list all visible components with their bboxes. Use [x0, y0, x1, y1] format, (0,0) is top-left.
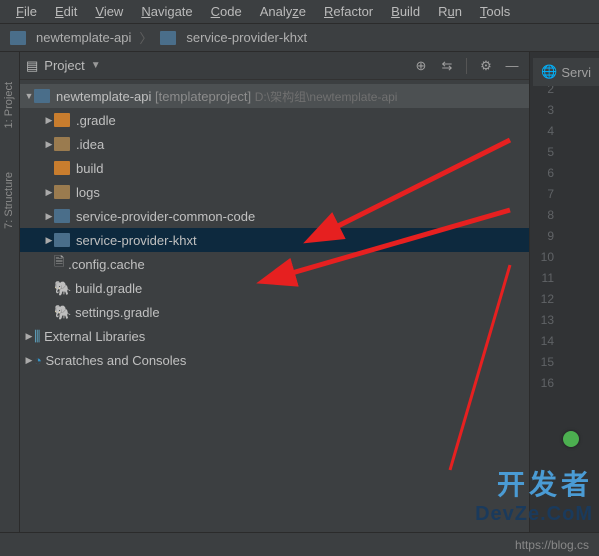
- tree-root[interactable]: ▼ newtemplate-api [templateproject] D:\架…: [20, 84, 529, 108]
- tree-item-build[interactable]: build: [20, 156, 529, 180]
- tree-root-path: D:\架构组\newtemplate-api: [255, 88, 398, 105]
- locate-icon[interactable]: ⊕: [410, 55, 432, 77]
- menu-view[interactable]: View: [87, 2, 131, 21]
- tree-root-branch: [templateproject]: [155, 89, 251, 104]
- breadcrumb-bar: newtemplate-api 〉 service-provider-khxt: [0, 24, 599, 52]
- tree-item-label: settings.gradle: [75, 305, 160, 320]
- expand-arrow-icon[interactable]: ▶: [44, 211, 54, 222]
- project-tool-window: ▤ Project ▼ ⊕ ⇆ ⚙ — ▼ newtemplate-api [t…: [20, 52, 530, 532]
- tool-tab-project[interactable]: 1: Project: [3, 82, 15, 128]
- module-icon: [54, 233, 70, 247]
- folder-icon: [54, 137, 70, 151]
- chevron-down-icon: ▼: [91, 60, 101, 71]
- tree-item--gradle[interactable]: ▶ .gradle: [20, 108, 529, 132]
- menu-tools[interactable]: Tools: [472, 2, 518, 21]
- breadcrumb-child[interactable]: service-provider-khxt: [156, 28, 311, 47]
- tool-window-title: Project: [44, 58, 84, 73]
- tool-tab-structure[interactable]: 7: Structure: [3, 172, 15, 229]
- project-view-icon: ▤: [26, 58, 38, 74]
- tree-item-service-provider-common-code[interactable]: ▶ service-provider-common-code: [20, 204, 529, 228]
- tree-item-label: logs: [76, 185, 100, 200]
- expand-arrow-icon[interactable]: ▶: [24, 355, 34, 366]
- expand-arrow-icon[interactable]: ▶: [44, 115, 54, 126]
- tree-item-label: build.gradle: [75, 281, 142, 296]
- globe-icon: 🌐: [541, 64, 557, 80]
- menu-file[interactable]: File: [8, 2, 45, 21]
- folder-icon: [54, 185, 70, 199]
- tool-window-view-selector[interactable]: ▤ Project ▼: [26, 58, 101, 74]
- project-tree[interactable]: ▼ newtemplate-api [templateproject] D:\架…: [20, 80, 529, 532]
- tree-external-libs[interactable]: ▶ ⫼ External Libraries: [20, 324, 529, 348]
- gear-icon[interactable]: ⚙: [475, 55, 497, 77]
- tree-item-label: build: [76, 161, 103, 176]
- tree-item-label: .gradle: [76, 113, 116, 128]
- external-libs-label: External Libraries: [44, 329, 145, 344]
- module-icon: [54, 209, 70, 223]
- tree-item-logs[interactable]: ▶ logs: [20, 180, 529, 204]
- menu-run[interactable]: Run: [430, 2, 470, 21]
- tree-item--idea[interactable]: ▶ .idea: [20, 132, 529, 156]
- library-icon: ⫼: [34, 328, 40, 345]
- menu-analyze[interactable]: Analyze: [252, 2, 314, 21]
- gradle-icon: 🐘: [54, 280, 71, 297]
- line-numbers: 12345678910111213141516: [530, 52, 560, 532]
- tree-item-build-gradle[interactable]: 🐘 build.gradle: [20, 276, 529, 300]
- tree-item-label: .config.cache: [68, 257, 145, 272]
- menu-code[interactable]: Code: [203, 2, 250, 21]
- divider: [466, 58, 467, 74]
- expand-arrow-icon[interactable]: ▼: [24, 91, 34, 101]
- collapse-all-icon[interactable]: ⇆: [436, 55, 458, 77]
- expand-arrow-icon[interactable]: ▶: [44, 139, 54, 150]
- status-indicator-icon: [563, 431, 579, 447]
- menu-edit[interactable]: Edit: [47, 2, 85, 21]
- status-bar: https://blog.cs: [0, 532, 599, 556]
- breadcrumb-root-label: newtemplate-api: [36, 30, 131, 45]
- breadcrumb-child-label: service-provider-khxt: [186, 30, 307, 45]
- folder-icon: [54, 113, 70, 127]
- module-icon: [160, 31, 176, 45]
- tree-item-service-provider-khxt[interactable]: ▶ service-provider-khxt: [20, 228, 529, 252]
- scratches-label: Scratches and Consoles: [45, 353, 186, 368]
- left-tool-strip: 1: Project 7: Structure: [0, 52, 20, 532]
- gradle-icon: 🐘: [54, 304, 71, 321]
- tool-window-header: ▤ Project ▼ ⊕ ⇆ ⚙ —: [20, 52, 529, 80]
- menu-refactor[interactable]: Refactor: [316, 2, 381, 21]
- editor-gutter: 12345678910111213141516: [530, 52, 599, 532]
- folder-icon: [54, 161, 70, 175]
- expand-arrow-icon[interactable]: ▶: [24, 331, 34, 342]
- status-text: https://blog.cs: [515, 538, 589, 552]
- module-icon: [10, 31, 26, 45]
- breadcrumb-root[interactable]: newtemplate-api: [6, 28, 135, 47]
- scratches-icon: ◔: [34, 353, 42, 368]
- expand-arrow-icon[interactable]: ▶: [44, 235, 54, 246]
- menu-build[interactable]: Build: [383, 2, 428, 21]
- tree-item-label: service-provider-common-code: [76, 209, 255, 224]
- services-tab[interactable]: 🌐 Servi: [533, 58, 599, 86]
- tree-item-settings-gradle[interactable]: 🐘 settings.gradle: [20, 300, 529, 324]
- breadcrumb-sep: 〉: [139, 28, 152, 47]
- menu-navigate[interactable]: Navigate: [133, 2, 200, 21]
- tree-root-name: newtemplate-api: [56, 89, 151, 104]
- services-tab-label: Servi: [561, 65, 591, 80]
- tree-item-label: .idea: [76, 137, 104, 152]
- expand-arrow-icon[interactable]: ▶: [44, 187, 54, 198]
- module-icon: [34, 89, 50, 103]
- menubar: FileEditViewNavigateCodeAnalyzeRefactorB…: [0, 0, 599, 24]
- file-icon: 🗎: [54, 253, 64, 275]
- tree-item-label: service-provider-khxt: [76, 233, 197, 248]
- hide-icon[interactable]: —: [501, 55, 523, 77]
- tree-scratches[interactable]: ▶ ◔ Scratches and Consoles: [20, 348, 529, 372]
- tree-item--config-cache[interactable]: 🗎 .config.cache: [20, 252, 529, 276]
